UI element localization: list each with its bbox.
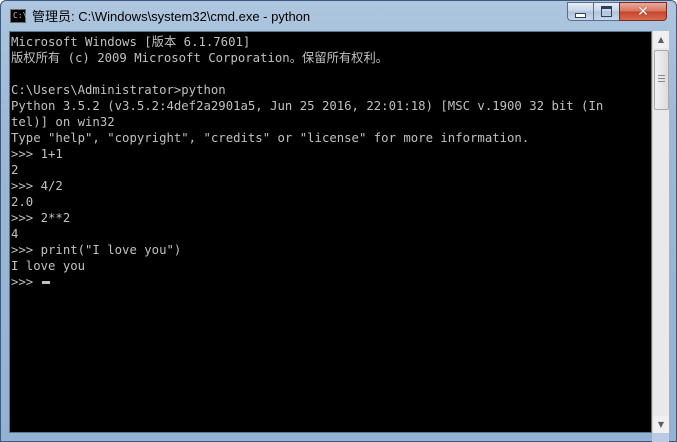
cmd-window: C:\ 管理员: C:\Windows\system32\cmd.exe - p… [0,0,677,442]
console-line: >>> print("I love you") [11,243,182,257]
python-prompt: >>> [11,275,41,289]
scroll-thumb[interactable] [654,50,669,110]
console-line: >>> 2**2 [11,211,71,225]
console-line: Type "help", "copyright", "credits" or "… [11,131,530,145]
minimize-button[interactable] [567,2,594,21]
console-line: tel)] on win32 [11,115,115,129]
console-line: Microsoft Windows [版本 6.1.7601] [11,35,251,49]
close-button[interactable]: ✕ [619,2,667,21]
console-line: 2.0 [11,195,34,209]
maximize-button[interactable] [593,2,620,21]
console-line: 4 [11,227,19,241]
title-bar[interactable]: C:\ 管理员: C:\Windows\system32\cmd.exe - p… [1,1,676,31]
vertical-scrollbar[interactable]: ▲ ▼ [652,31,669,433]
console-line: >>> 4/2 [11,179,63,193]
resize-grip[interactable] [652,433,669,442]
grip-line [658,78,665,79]
cmd-icon[interactable]: C:\ [10,9,28,23]
scroll-up-button[interactable]: ▲ [653,31,669,48]
text-cursor [41,281,50,284]
arrow-up-icon: ▲ [657,35,665,44]
grip-line [658,75,665,76]
console-output[interactable]: Microsoft Windows [版本 6.1.7601] 版权所有 (c) … [9,31,652,433]
console-line: >>> 1+1 [11,147,63,161]
cmd-icon-text: C:\ [13,11,28,20]
maximize-icon [601,6,612,17]
console-line: Python 3.5.2 (v3.5.2:4def2a2901a5, Jun 2… [11,99,604,113]
minimize-icon [575,12,586,18]
close-icon: ✕ [637,3,649,20]
window-title: 管理员: C:\Windows\system32\cmd.exe - pytho… [32,9,311,24]
console-text: Microsoft Windows [版本 6.1.7601] 版权所有 (c) … [10,32,651,290]
scroll-down-button[interactable]: ▼ [653,416,669,433]
console-line: 版权所有 (c) 2009 Microsoft Corporation。保留所有… [11,51,389,65]
console-line: C:\Users\Administrator>python [11,83,226,97]
console-line: I love you [11,259,86,273]
prompt-line[interactable]: >>> [11,274,651,290]
arrow-down-icon: ▼ [657,420,665,429]
grip-line [658,81,665,82]
console-line: 2 [11,163,19,177]
